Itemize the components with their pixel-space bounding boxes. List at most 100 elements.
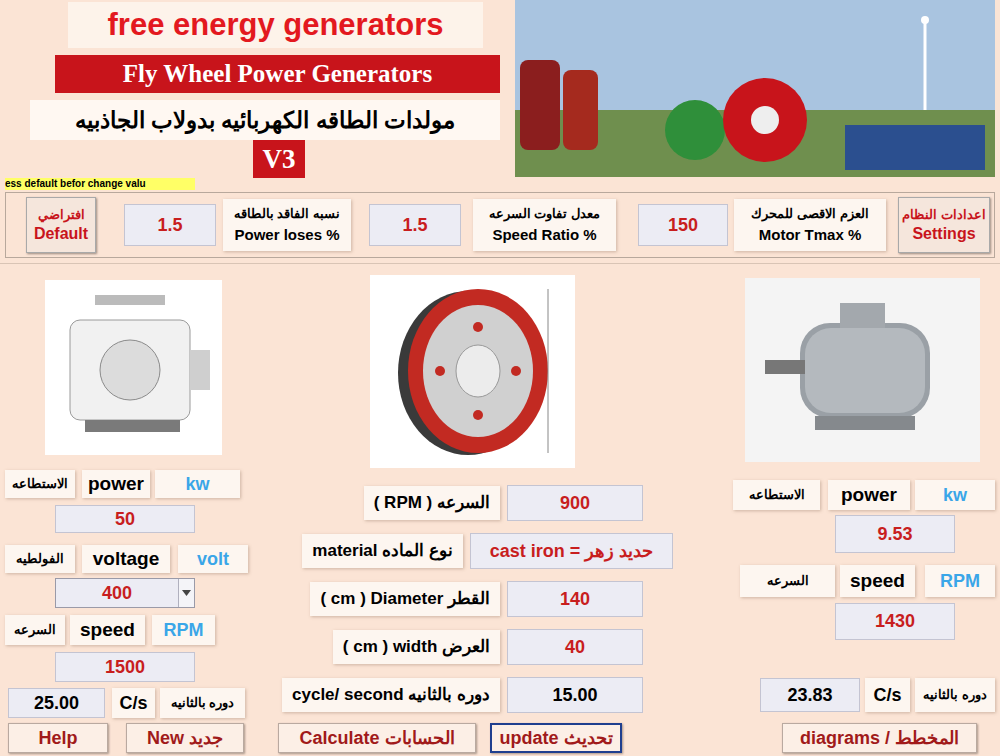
english-label: speed — [70, 615, 145, 645]
select-value: 400 — [56, 579, 178, 607]
cycles-label: دوره بالثانيه — [915, 678, 995, 712]
label-row: السرعهspeedRPM — [0, 615, 215, 645]
label-row: الاستطاعه powerkw — [690, 480, 995, 510]
flywheel-icon — [370, 275, 575, 468]
cycles-unit: C/s — [112, 688, 155, 718]
generator-panel: الاستطاعهpowerkw 50 الفولطيهvoltage volt400… — [0, 270, 250, 720]
title-area: free energy generators Fly Wheel Power G… — [0, 0, 512, 178]
header-photo-icon — [515, 0, 995, 177]
action-button[interactable]: diagrams / المخطط — [782, 723, 977, 753]
motor-panel: الاستطاعه powerkw 9.53السرعهspeed RPM 1430 23… — [690, 270, 1000, 720]
cycles-row: 25.00C/sدوره بالثانيه — [0, 688, 245, 718]
label-row: الاستطاعهpowerkw — [0, 470, 240, 498]
unit-label: volt — [178, 545, 248, 573]
flywheel-row: cycle/ second دوره بالثانيه15.00 — [250, 677, 643, 713]
flywheel-panel: ( RPM ) السرعه900 material نوع المادهcast… — [250, 270, 690, 720]
flywheel-row: ( cm ) Diameter القطر140 — [250, 581, 643, 617]
default-button[interactable]: افتراضيDefault — [26, 197, 96, 253]
flywheel-value[interactable]: 900 — [507, 485, 643, 521]
setting-label-arabic: العزم الاقصى للمحرك — [751, 204, 868, 224]
main-area: الاستطاعهpowerkw50الفولطيهvoltagevolt400… — [0, 270, 1000, 720]
value-field[interactable]: 1430 — [835, 603, 955, 640]
setting-label: العزم الاقصى للمحركMotor Tmax % — [734, 199, 886, 251]
setting-label-english: Speed Ratio % — [492, 224, 596, 246]
motor-photo — [745, 278, 980, 462]
arabic-label: السرعه — [5, 615, 65, 645]
arabic-label: الفولطيه — [5, 545, 75, 573]
flywheel-label: ( cm ) width العرض — [333, 630, 500, 664]
arabic-title: مولدات الطاقه الكهربائيه بدولاب الجاذبيه — [30, 100, 500, 140]
action-button[interactable]: Calculate الحسابات — [278, 723, 476, 753]
flywheel-label: ( RPM ) السرعه — [364, 486, 500, 520]
cycles-label: دوره بالثانيه — [160, 688, 245, 718]
header-photo — [515, 0, 995, 177]
action-button[interactable]: New جديد — [126, 723, 244, 753]
unit-label: RPM — [925, 565, 995, 597]
label-row: الفولطيهvoltage volt — [0, 545, 248, 573]
flywheel-value[interactable]: 140 — [507, 581, 643, 617]
dropdown-arrow-icon[interactable] — [178, 579, 194, 607]
unit-label: kw — [155, 470, 240, 498]
setting-label-english: Motor Tmax % — [759, 224, 862, 246]
settings-button-arabic: اعدادات النظام — [902, 206, 986, 224]
notice: ess default befor change valu — [5, 178, 195, 190]
arabic-label: الاستطاعه — [733, 480, 820, 510]
english-label: power — [828, 480, 910, 510]
settings-panel: افتراضيDefault1.5نسبه الفاقد بالطاقهPowe… — [5, 192, 995, 258]
header: free energy generators Fly Wheel Power G… — [0, 0, 1000, 178]
flywheel-value[interactable]: cast iron = حديد زهر — [470, 533, 673, 569]
setting-label: معدل تفاوت السرعهSpeed Ratio % — [473, 199, 616, 251]
version-badge: V3 — [253, 140, 305, 178]
unit-label: kw — [915, 480, 995, 510]
cycles-row: 23.83C/sدوره بالثانيه — [690, 678, 995, 712]
settings-button[interactable]: اعدادات النظامSettings — [898, 197, 990, 253]
action-button[interactable]: update تحديث — [490, 723, 622, 753]
flywheel-photo — [370, 275, 575, 468]
flywheel-label: ( cm ) Diameter القطر — [310, 582, 500, 616]
action-button[interactable]: Help — [8, 723, 108, 753]
cycles-value: 23.83 — [760, 678, 860, 712]
flywheel-row: material نوع المادهcast iron = حديد زهر — [250, 533, 673, 569]
english-label: speed — [840, 565, 915, 597]
setting-value[interactable]: 1.5 — [369, 204, 461, 246]
app-title: free energy generators — [68, 2, 483, 48]
value-field[interactable]: 9.53 — [835, 515, 955, 553]
value-field[interactable]: 50 — [55, 505, 195, 533]
button-bar: Help New جديد Calculate الحسابات update تحد… — [0, 722, 1000, 754]
label-row: السرعهspeed RPM — [690, 565, 995, 597]
label-area: ( cm ) Diameter القطر — [250, 582, 507, 616]
label-area: cycle/ second دوره بالثانيه — [250, 678, 507, 712]
flywheel-row: ( RPM ) السرعه900 — [250, 485, 643, 521]
label-area: material نوع الماده — [250, 534, 470, 568]
default-button-arabic: افتراضي — [38, 206, 85, 224]
flywheel-row: ( cm ) width العرض40 — [250, 629, 643, 665]
arabic-label: السرعه — [740, 565, 835, 597]
generator-icon — [45, 280, 222, 455]
setting-label: نسبه الفاقد بالطاقهPower loses % — [223, 199, 351, 251]
flywheel-label: cycle/ second دوره بالثانيه — [282, 678, 500, 712]
app-subtitle: Fly Wheel Power Generators — [55, 55, 500, 93]
generator-photo — [45, 280, 222, 455]
english-label: voltage — [82, 545, 170, 573]
setting-label-english: Power loses % — [234, 224, 339, 246]
value-field[interactable]: 1500 — [55, 652, 195, 682]
settings-button-label: Settings — [912, 224, 975, 244]
label-area: ( RPM ) السرعه — [250, 486, 507, 520]
motor-icon — [745, 278, 980, 462]
separator — [0, 263, 1000, 264]
arabic-label: الاستطاعه — [5, 470, 75, 498]
voltage-select[interactable]: 400 — [55, 578, 195, 608]
flywheel-value[interactable]: 15.00 — [507, 677, 643, 713]
unit-label: RPM — [152, 615, 215, 645]
setting-value[interactable]: 1.5 — [124, 204, 216, 246]
setting-label-arabic: نسبه الفاقد بالطاقه — [234, 204, 340, 224]
cycles-value: 25.00 — [8, 688, 105, 718]
flywheel-label: material نوع الماده — [302, 534, 463, 568]
label-area: ( cm ) width العرض — [250, 630, 507, 664]
setting-value[interactable]: 150 — [638, 204, 728, 246]
setting-label-arabic: معدل تفاوت السرعه — [489, 204, 600, 224]
default-button-label: Default — [34, 224, 88, 244]
cycles-unit: C/s — [865, 678, 910, 712]
english-label: power — [82, 470, 150, 498]
flywheel-value[interactable]: 40 — [507, 629, 643, 665]
